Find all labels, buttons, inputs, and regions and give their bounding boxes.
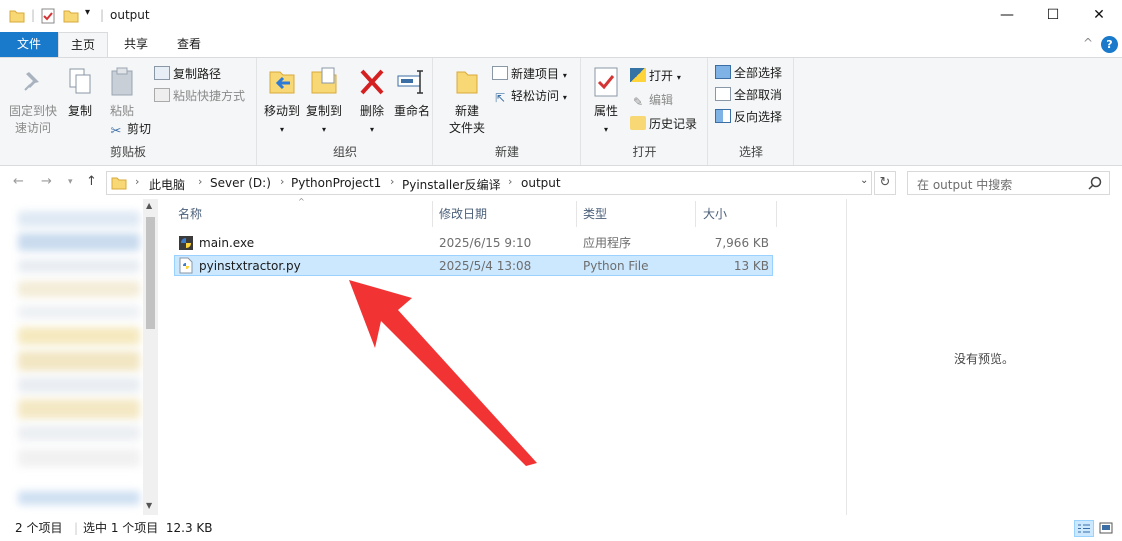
status-bar: 2 个项目 | 选中 1 个项目 12.3 KB xyxy=(0,515,1122,541)
preview-empty-text: 没有预览。 xyxy=(954,352,1015,366)
details-view-icon[interactable] xyxy=(1074,520,1094,537)
status-item-count: 2 个项目 xyxy=(15,521,63,535)
preview-divider[interactable] xyxy=(846,199,847,515)
annotation-arrow xyxy=(349,280,537,466)
large-icons-view-icon[interactable] xyxy=(1099,521,1113,535)
red-arrow-shape xyxy=(349,280,537,466)
status-selection: 选中 1 个项目 12.3 KB xyxy=(83,521,213,535)
